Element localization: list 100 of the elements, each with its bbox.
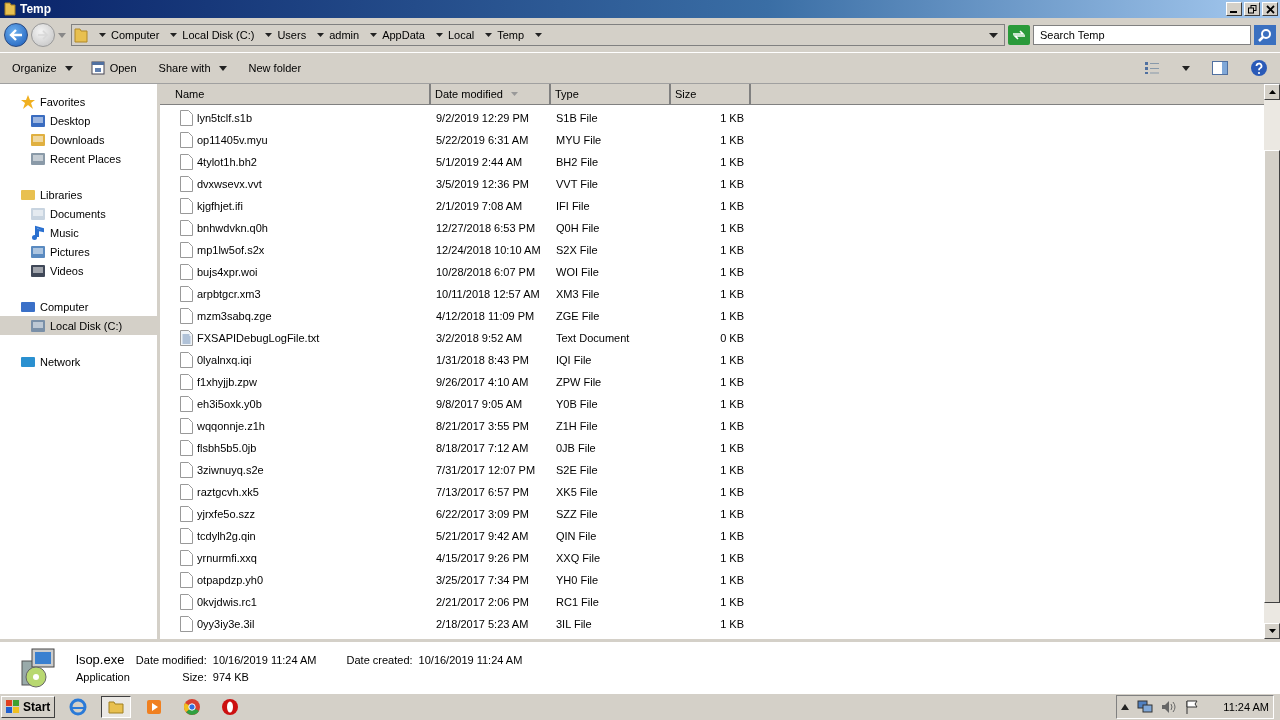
speaker-icon[interactable] xyxy=(1161,700,1178,714)
sidebar-item[interactable]: Network xyxy=(0,352,157,371)
breadcrumb[interactable]: Temp xyxy=(497,29,525,41)
file-name[interactable]: 0lyalnxq.iqi xyxy=(197,354,252,366)
breadcrumb[interactable]: Users xyxy=(277,29,307,41)
file-name[interactable]: lyn5tclf.s1b xyxy=(197,112,253,124)
file-name[interactable]: yrnurmfi.xxq xyxy=(197,552,257,564)
toolbar-button[interactable]: Organize xyxy=(12,56,73,80)
file-name[interactable]: raztgcvh.xk5 xyxy=(197,486,259,498)
file-icon xyxy=(180,550,193,566)
file-name[interactable]: tcdylh2g.qin xyxy=(197,530,256,542)
file-name[interactable]: 0kvjdwis.rc1 xyxy=(197,596,257,608)
file-name[interactable]: kjgfhjet.ifi xyxy=(197,200,243,212)
file-name[interactable]: bnhwdvkn.q0h xyxy=(197,222,268,234)
file-icon xyxy=(180,594,193,610)
file-name[interactable]: bujs4xpr.woi xyxy=(197,266,258,278)
file-name[interactable]: op11405v.myu xyxy=(197,134,268,146)
minimize-button[interactable] xyxy=(1226,2,1242,16)
caret-icon[interactable] xyxy=(435,33,443,37)
scroll-up-button[interactable] xyxy=(1264,84,1280,100)
table-cell-text: 4/15/2017 9:26 PM xyxy=(435,552,530,564)
close-button[interactable] xyxy=(1262,2,1278,16)
caret-icon[interactable] xyxy=(317,33,325,37)
sidebar-item[interactable]: Computer xyxy=(0,297,157,316)
refresh-button[interactable] xyxy=(1008,25,1030,45)
scroll-down-button[interactable] xyxy=(1264,623,1280,639)
file-name[interactable]: otpapdzp.yh0 xyxy=(197,574,264,586)
downloads-icon xyxy=(30,131,46,148)
breadcrumb[interactable]: Computer xyxy=(111,29,160,41)
file-name[interactable]: wqqonnje.z1h xyxy=(197,420,265,432)
file-name[interactable]: 0yy3iy3e.3il xyxy=(197,618,255,630)
toolbar-button[interactable]: Share with xyxy=(158,56,227,80)
help-button[interactable] xyxy=(1250,57,1268,79)
caret-icon[interactable] xyxy=(1182,65,1190,71)
file-icon xyxy=(180,132,193,148)
sidebar-item[interactable]: Local Disk (C:) xyxy=(0,316,157,335)
sidebar-item[interactable]: Desktop xyxy=(0,111,157,130)
file-name[interactable]: arpbtgcr.xm3 xyxy=(197,288,261,300)
file-name[interactable]: dvxwsevx.vvt xyxy=(197,178,262,190)
toolbar-button[interactable]: Open xyxy=(90,56,137,80)
table-cell-text: S2E File xyxy=(555,464,599,476)
table-cell-text: S1B File xyxy=(555,112,599,124)
caret-icon[interactable] xyxy=(1121,704,1130,710)
file-name[interactable]: 4tylot1h.bh2 xyxy=(197,156,257,168)
breadcrumb[interactable]: admin xyxy=(329,29,360,41)
file-icon xyxy=(180,616,193,632)
file-name[interactable]: 3ziwnuyq.s2e xyxy=(197,464,264,476)
caret-icon[interactable] xyxy=(265,33,273,37)
back-button[interactable] xyxy=(4,23,28,47)
file-icon xyxy=(180,418,193,434)
table-cell-text: Y0B File xyxy=(555,398,599,410)
table-cell-text: 3IL File xyxy=(555,618,593,630)
file-name[interactable]: FXSAPIDebugLogFile.txt xyxy=(197,332,320,344)
sidebar-item[interactable]: Music xyxy=(0,223,157,242)
column-header[interactable]: Size xyxy=(671,84,751,104)
table-cell-text: 12/27/2018 6:53 PM xyxy=(435,222,537,234)
sidebar-item[interactable]: Videos xyxy=(0,261,157,280)
breadcrumb[interactable]: Local Disk (C:) xyxy=(182,29,255,41)
column-header[interactable]: Type xyxy=(551,84,671,104)
sidebar-item[interactable]: Documents xyxy=(0,204,157,223)
breadcrumb[interactable]: AppData xyxy=(382,29,425,41)
search-button[interactable] xyxy=(1254,25,1276,45)
scroll-thumb[interactable] xyxy=(1264,150,1280,603)
caret-icon[interactable] xyxy=(370,33,378,37)
file-icon xyxy=(180,286,193,302)
file-name[interactable]: mp1lw5of.s2x xyxy=(197,244,265,256)
file-name[interactable]: f1xhyjjb.zpw xyxy=(197,376,257,388)
caret-icon[interactable] xyxy=(485,33,493,37)
file-name[interactable]: mzm3sabq.zge xyxy=(197,310,272,322)
restore-icon xyxy=(1247,4,1257,14)
pictures-icon xyxy=(30,243,46,260)
file-name[interactable]: flsbh5b5.0jb xyxy=(197,442,257,454)
file-icon xyxy=(180,528,193,544)
address-bar[interactable]: Computer Local Disk (C:) Users admin AppData Local Temp xyxy=(71,24,1005,46)
restore-button[interactable] xyxy=(1244,2,1260,16)
file-icon xyxy=(180,198,193,214)
dropdown-icon[interactable] xyxy=(989,32,998,38)
table-cell-text: 0JB File xyxy=(555,442,597,454)
caret-icon[interactable] xyxy=(99,33,106,37)
search-field[interactable]: Search Temp xyxy=(1033,25,1251,45)
toolbar-button[interactable]: New folder xyxy=(248,56,302,80)
column-header[interactable]: Name xyxy=(160,84,431,104)
flag-icon[interactable] xyxy=(1185,700,1200,714)
taskbar-app[interactable] xyxy=(101,696,132,718)
file-name[interactable]: yjrxfe5o.szz xyxy=(197,508,256,520)
breadcrumb[interactable]: Local xyxy=(447,29,475,41)
sidebar-item[interactable]: Favorites xyxy=(0,92,157,111)
file-type: Application xyxy=(76,671,130,683)
sidebar-item[interactable]: Downloads xyxy=(0,130,157,149)
file-name[interactable]: eh3i5oxk.y0b xyxy=(197,398,262,410)
sidebar-item[interactable]: Libraries xyxy=(0,185,157,204)
table-cell-text: XM3 File xyxy=(555,288,601,300)
column-header[interactable]: Date modified xyxy=(431,84,551,104)
caret-icon[interactable] xyxy=(170,33,178,37)
sidebar-item[interactable]: Pictures xyxy=(0,242,157,261)
start-button[interactable]: Start xyxy=(1,696,56,718)
caret-icon[interactable] xyxy=(535,33,543,37)
sidebar-item[interactable]: Recent Places xyxy=(0,149,157,168)
table-cell-text: 3/5/2019 12:36 PM xyxy=(435,178,530,190)
table-cell-text: 1 KB xyxy=(719,574,745,586)
